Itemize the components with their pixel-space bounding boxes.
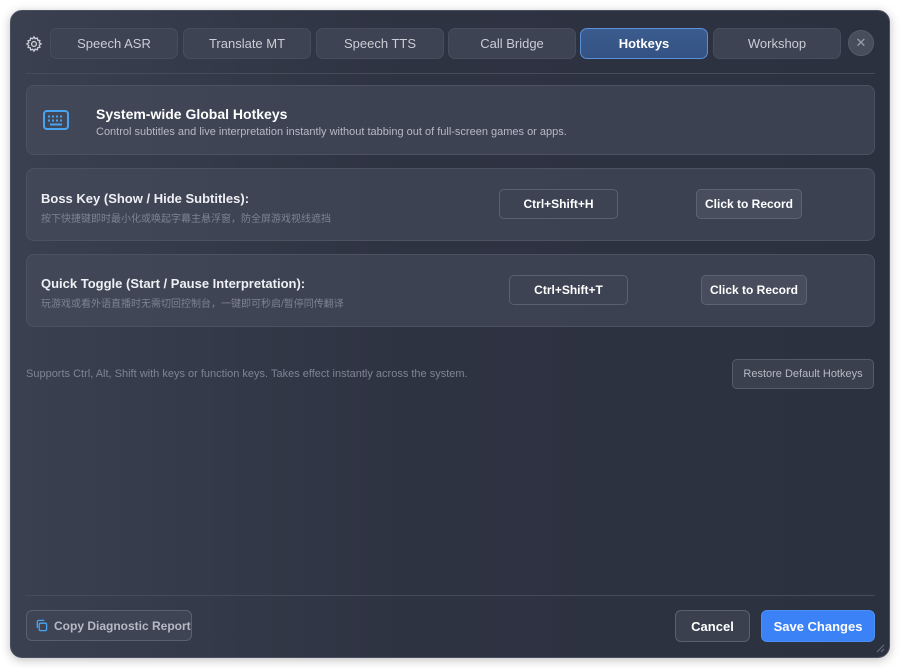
resize-grip-icon[interactable] (875, 643, 885, 653)
hotkey-combo-display: Ctrl+Shift+T (509, 275, 628, 305)
tab-translate-mt[interactable]: Translate MT (183, 28, 311, 59)
hotkey-combo-display: Ctrl+Shift+H (499, 189, 618, 219)
tab-hotkeys[interactable]: Hotkeys (580, 28, 708, 59)
settings-window: Speech ASR Translate MT Speech TTS Call … (10, 10, 890, 658)
tab-workshop[interactable]: Workshop (713, 28, 841, 59)
copy-diagnostic-button[interactable]: Copy Diagnostic Report (26, 610, 192, 641)
gear-icon[interactable] (25, 35, 43, 53)
copy-diagnostic-label: Copy Diagnostic Report (54, 618, 191, 633)
info-card: System-wide Global Hotkeys Control subti… (26, 85, 875, 155)
copy-icon (36, 619, 48, 632)
cancel-button[interactable]: Cancel (675, 610, 750, 642)
footer-divider (26, 595, 875, 596)
record-hotkey-button[interactable]: Click to Record (696, 189, 802, 219)
tab-speech-tts[interactable]: Speech TTS (316, 28, 444, 59)
save-button[interactable]: Save Changes (761, 610, 875, 642)
hotkey-row-boss-key: Boss Key (Show / Hide Subtitles): 按下快捷键即… (26, 168, 875, 241)
keyboard-icon (43, 110, 69, 130)
hotkey-description: 按下快捷键即时最小化或唤起字幕主悬浮窗，防全屏游戏视线遮挡 (41, 214, 331, 225)
hotkey-title: Boss Key (Show / Hide Subtitles): (41, 191, 250, 206)
record-hotkey-button[interactable]: Click to Record (701, 275, 807, 305)
hotkey-footnote: Supports Ctrl, Alt, Shift with keys or f… (26, 368, 468, 380)
info-title: System-wide Global Hotkeys (96, 106, 288, 122)
close-button[interactable]: ✕ (848, 30, 874, 56)
header-divider (26, 73, 875, 74)
hotkey-description: 玩游戏或看外语直播时无需切回控制台，一键即可秒启/暂停同传翻译 (41, 299, 344, 310)
close-icon: ✕ (855, 35, 867, 50)
tab-speech-asr[interactable]: Speech ASR (50, 28, 178, 59)
restore-defaults-button[interactable]: Restore Default Hotkeys (732, 359, 874, 389)
hotkey-row-quick-toggle: Quick Toggle (Start / Pause Interpretati… (26, 254, 875, 327)
info-subtitle: Control subtitles and live interpretatio… (96, 126, 567, 138)
tab-call-bridge[interactable]: Call Bridge (448, 28, 576, 59)
hotkey-title: Quick Toggle (Start / Pause Interpretati… (41, 276, 306, 291)
